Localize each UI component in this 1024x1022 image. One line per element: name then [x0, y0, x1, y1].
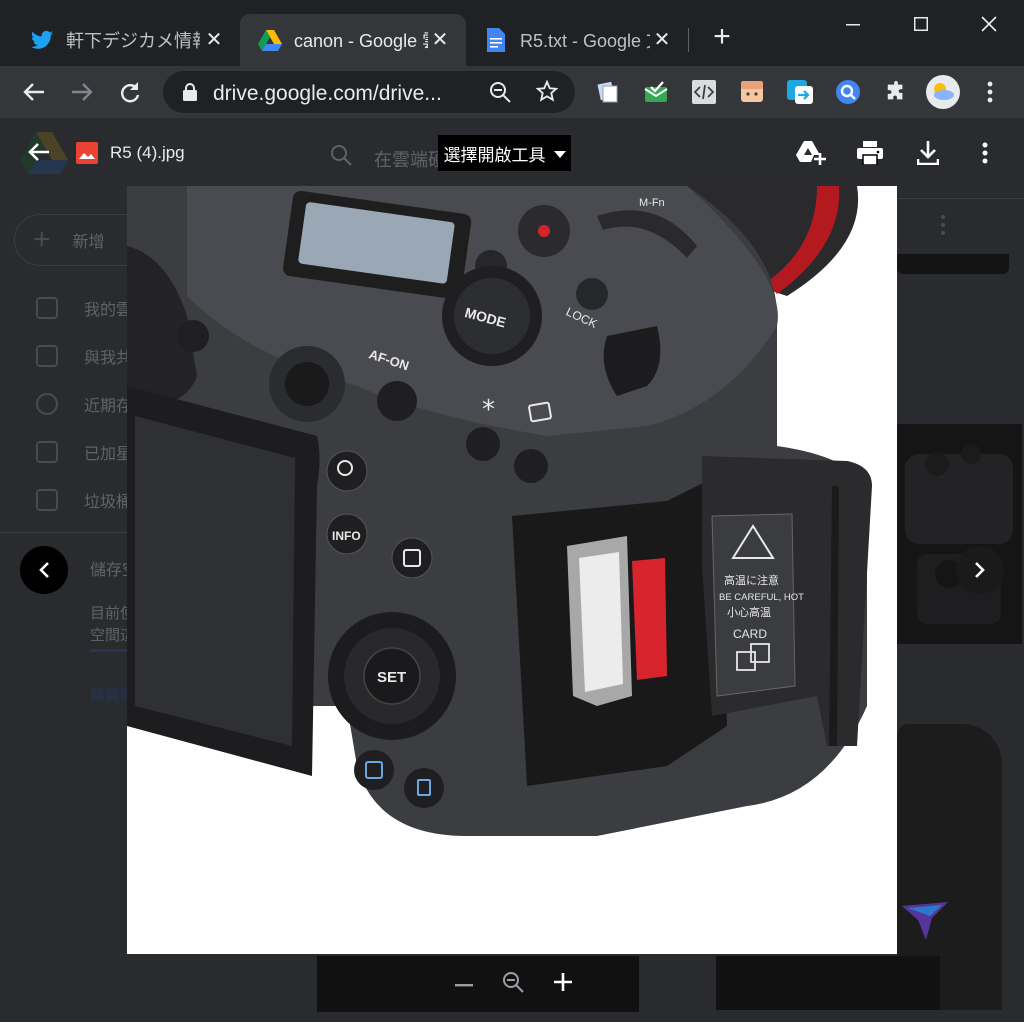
- open-with-button[interactable]: 選擇開啟工具: [438, 135, 571, 171]
- new-button-label: 新增: [72, 234, 105, 251]
- lock-icon: [183, 83, 197, 106]
- storage-bar: [90, 649, 127, 652]
- forward-button[interactable]: [68, 78, 96, 106]
- plus-icon: +: [33, 223, 51, 256]
- zoom-out-icon[interactable]: [454, 975, 473, 993]
- extension-translate-icon[interactable]: [786, 78, 814, 106]
- close-tab-icon[interactable]: ✕: [202, 27, 226, 52]
- my-drive-icon: [36, 297, 58, 319]
- url-text: drive.google.com/drive...: [213, 82, 442, 105]
- extension-face-icon[interactable]: [738, 78, 766, 106]
- svg-text:*: *: [482, 395, 495, 425]
- download-icon[interactable]: [913, 138, 943, 168]
- trash-icon: [36, 489, 58, 511]
- warning-zh-text: 小心高温: [727, 605, 771, 619]
- more-options-icon: [940, 214, 946, 236]
- next-image-button[interactable]: [956, 546, 1004, 594]
- divider: [0, 532, 127, 533]
- zoom-icon[interactable]: [489, 81, 511, 108]
- more-actions-icon[interactable]: [970, 138, 1000, 168]
- file-thumbnail: [897, 254, 1009, 274]
- close-tab-icon[interactable]: ✕: [428, 27, 452, 52]
- reload-button[interactable]: [116, 78, 144, 106]
- tab-title: canon - Google 雲端硬碟: [294, 31, 428, 51]
- file-thumbnail: [716, 956, 940, 1010]
- back-button[interactable]: [20, 78, 48, 106]
- tab-twitter[interactable]: 軒下デジカメ情報 ✕: [18, 14, 240, 66]
- print-icon[interactable]: [855, 138, 885, 168]
- profile-avatar-icon[interactable]: [926, 75, 960, 109]
- browser-tab-strip: 軒下デジカメ情報 ✕ canon - Google 雲端硬碟 ✕ R5.txt …: [0, 0, 1024, 66]
- viewer-header: R5 (4).jpg 選擇開啟工具: [0, 118, 1024, 186]
- file-name: R5 (4).jpg: [110, 143, 185, 162]
- zoom-in-icon[interactable]: [553, 972, 573, 997]
- zoom-search-icon[interactable]: [502, 971, 524, 998]
- maximize-button[interactable]: [898, 8, 944, 40]
- tab-title: R5.txt - Google 文件: [520, 31, 650, 51]
- browser-menu-icon[interactable]: [976, 78, 1004, 106]
- tab-google-docs[interactable]: R5.txt - Google 文件 ✕: [466, 14, 688, 66]
- tab-separator: [688, 28, 689, 52]
- extensions-puzzle-icon[interactable]: [882, 78, 910, 106]
- close-window-button[interactable]: [966, 8, 1012, 40]
- warning-jp-text: 高温に注意: [724, 573, 779, 587]
- bookmark-star-icon[interactable]: [535, 79, 559, 107]
- image-file-icon: [76, 142, 98, 169]
- tab-google-drive[interactable]: canon - Google 雲端硬碟 ✕: [240, 14, 466, 66]
- browser-toolbar: drive.google.com/drive...: [0, 66, 1024, 118]
- clock-icon: [36, 393, 58, 415]
- zoom-controls: [440, 964, 588, 1004]
- back-arrow-icon[interactable]: [28, 142, 50, 167]
- add-to-drive-icon[interactable]: [796, 138, 826, 168]
- warning-en-text: BE CAREFUL, HOT: [719, 592, 804, 603]
- extension-code-icon[interactable]: [690, 78, 718, 106]
- minimize-button[interactable]: [830, 8, 876, 40]
- open-with-label: 選擇開啟工具: [443, 145, 546, 165]
- camera-photo: MODE LOCK M-Fn AF-ON * INFO SET 高温に注意 BE…: [127, 186, 897, 954]
- extension-mail-icon[interactable]: [642, 78, 670, 106]
- extension-notes-icon[interactable]: [594, 78, 622, 106]
- card-label: CARD: [733, 627, 767, 641]
- google-drive-icon: [258, 28, 282, 52]
- tab-title: 軒下デジカメ情報: [66, 31, 200, 51]
- google-docs-icon: [484, 28, 508, 52]
- info-label: INFO: [332, 529, 361, 543]
- mfn-label: M-Fn: [639, 197, 665, 209]
- address-bar[interactable]: drive.google.com/drive...: [163, 71, 575, 113]
- star-icon: [36, 441, 58, 463]
- dropdown-arrow-icon: [553, 143, 566, 163]
- image-viewer: 在雲端硬碟中搜尋 + 新增 我的雲端硬碟 與我共用 近期存取 已加星號 垃圾桶 …: [0, 118, 1024, 1022]
- file-thumbnail: [897, 424, 1022, 644]
- shared-icon: [36, 345, 58, 367]
- nav-trash: 垃圾桶: [36, 488, 132, 512]
- previous-image-button[interactable]: [20, 546, 68, 594]
- new-tab-button[interactable]: +: [708, 22, 736, 52]
- watermark-logo-icon: [902, 902, 952, 947]
- close-tab-icon[interactable]: ✕: [650, 27, 674, 52]
- extension-search-icon[interactable]: [834, 78, 862, 106]
- set-label: SET: [377, 669, 406, 686]
- twitter-icon: [30, 28, 54, 52]
- divider: [897, 198, 1024, 199]
